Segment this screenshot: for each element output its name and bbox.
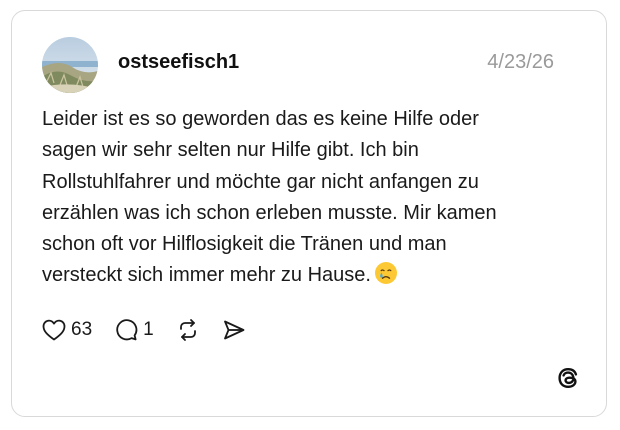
reply-button[interactable]: 1 (114, 318, 154, 342)
post-text-line: schon oft vor Hilflosigkeit die Tränen u… (42, 233, 447, 256)
post-text-line: Leider ist es so geworden das es keine H… (42, 108, 479, 130)
share-button[interactable] (222, 318, 246, 342)
post-text-line: sagen wir sehr selten nur Hilfe gibt. Ic… (42, 139, 419, 162)
like-count: 63 (71, 319, 93, 340)
post-text-line: Rollstuhlfahrer und möchte gar nicht anf… (42, 170, 479, 193)
post-card: ostseefisch1 4/23/26 Leider ist es so ge… (11, 10, 607, 417)
send-icon (222, 318, 246, 342)
action-bar: 63 1 (42, 317, 246, 343)
repost-icon (176, 318, 200, 342)
threads-logo-icon[interactable] (556, 366, 580, 390)
username[interactable]: ostseefisch1 (118, 51, 239, 74)
post-text-line-last: versteckt sich immer mehr zu Hause. (42, 260, 572, 295)
heart-icon (42, 319, 66, 341)
post-date: 4/23/26 (487, 51, 554, 73)
post-text: Leider ist es so geworden das es keine H… (42, 104, 572, 296)
avatar-image (42, 37, 98, 93)
avatar[interactable] (42, 37, 98, 93)
repost-button[interactable] (176, 318, 200, 342)
post-text-line: erzählen was ich schon erleben musste. M… (42, 201, 497, 224)
reply-count: 1 (143, 319, 154, 340)
comment-icon (114, 318, 138, 342)
like-button[interactable]: 63 (42, 319, 92, 341)
crying-face-icon (374, 261, 398, 295)
post-text-line: versteckt sich immer mehr zu Hause. (42, 264, 371, 287)
